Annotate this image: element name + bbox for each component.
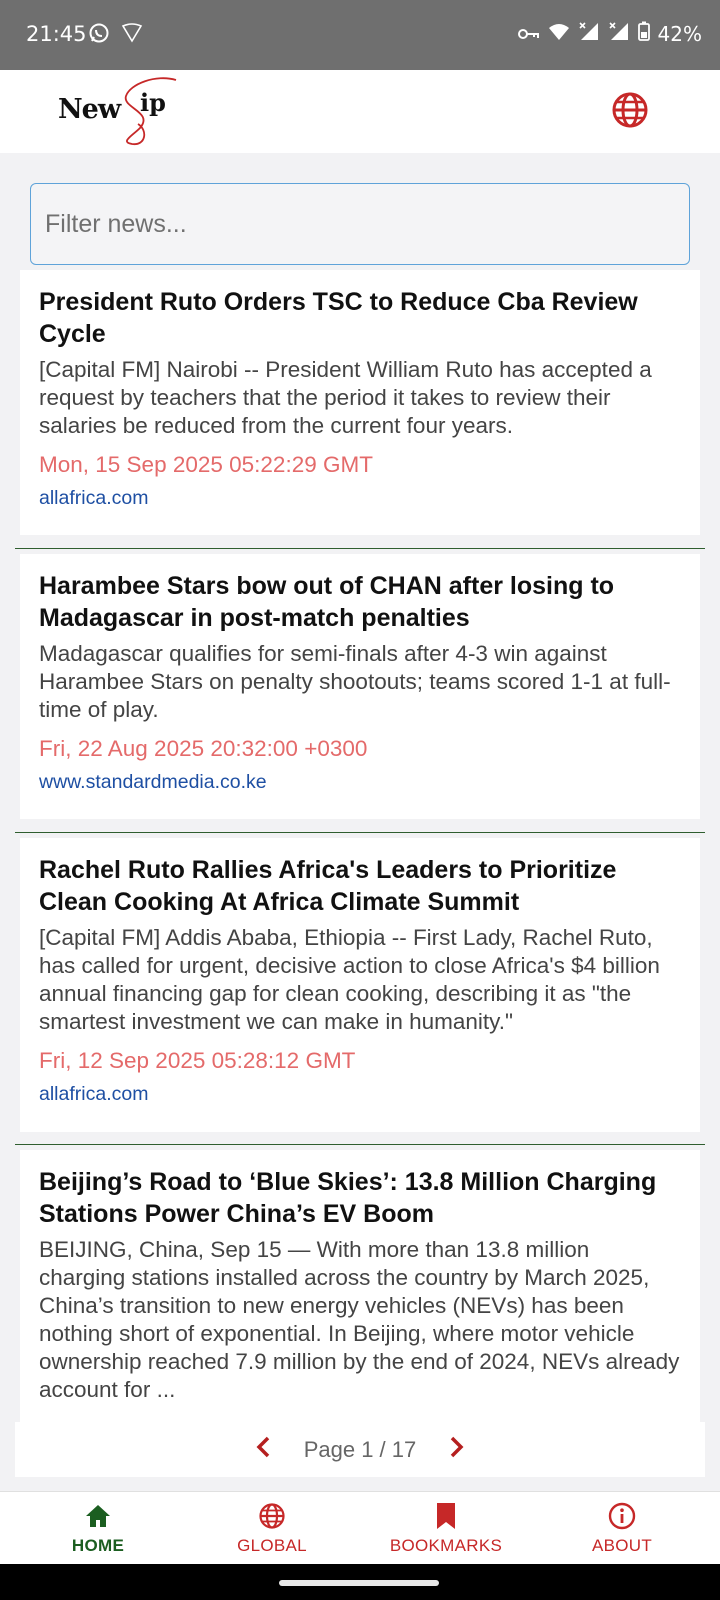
article-date: Mon, 15 Sep 2025 05:22:29 GMT — [39, 452, 373, 477]
filter-news-input[interactable] — [30, 183, 690, 265]
nav-bookmarks[interactable]: BOOKMARKS — [356, 1492, 536, 1565]
vpn-key-icon — [517, 22, 540, 46]
status-bar: 21:45 42% — [0, 0, 720, 70]
globe-icon — [259, 1503, 285, 1529]
signal-x-icon — [578, 21, 600, 46]
home-icon — [86, 1505, 110, 1527]
nav-home-label: HOME — [71, 1536, 125, 1555]
svg-text:ip: ip — [140, 88, 166, 117]
info-icon — [608, 1502, 636, 1530]
news-card[interactable]: Beijing’s Road to ‘Blue Skies’: 13.8 Mil… — [20, 1150, 700, 1422]
next-page-button[interactable] — [446, 1435, 466, 1465]
signal-x-icon — [608, 21, 630, 46]
card-divider — [15, 1144, 705, 1145]
chevron-left-icon — [256, 1436, 269, 1457]
article-date: Fri, 12 Sep 2025 05:28:12 GMT — [39, 1048, 356, 1073]
nav-bookmarks-label: BOOKMARKS — [389, 1536, 503, 1555]
article-description: [Capital FM] Nairobi -- President Willia… — [39, 357, 652, 438]
article-description: Madagascar qualifies for semi-finals aft… — [39, 641, 671, 722]
signal-outline-icon — [120, 22, 144, 48]
status-left-icons — [88, 22, 144, 48]
pagination: Page 1 / 17 — [15, 1422, 705, 1477]
chevron-right-icon — [451, 1436, 464, 1457]
filter-container — [30, 183, 690, 265]
app-logo[interactable]: New ip — [58, 76, 188, 146]
home-gesture-handle[interactable] — [279, 1580, 439, 1586]
nav-about[interactable]: ABOUT — [532, 1492, 712, 1565]
nav-home[interactable]: HOME — [8, 1492, 188, 1565]
page-indicator: Page 1 / 17 — [303, 1436, 417, 1462]
wifi-icon — [548, 22, 570, 46]
status-right-icons: 42% — [517, 21, 702, 46]
article-source[interactable]: allafrica.com — [39, 1080, 680, 1108]
card-divider — [15, 832, 705, 833]
whatsapp-icon — [88, 22, 110, 48]
globe-icon — [612, 92, 648, 128]
news-card[interactable]: Harambee Stars bow out of CHAN after los… — [20, 554, 700, 819]
battery-percent: 42% — [657, 21, 702, 46]
article-title[interactable]: President Ruto Orders TSC to Reduce Cba … — [39, 286, 680, 350]
bottom-navigation: HOME GLOBAL BOOKMARKS ABOUT — [0, 1491, 720, 1565]
status-time: 21:45 — [26, 22, 87, 46]
article-description: BEIJING, China, Sep 15 — With more than … — [39, 1237, 680, 1402]
news-card[interactable]: Rachel Ruto Rallies Africa's Leaders to … — [20, 838, 700, 1132]
article-title[interactable]: Beijing’s Road to ‘Blue Skies’: 13.8 Mil… — [39, 1166, 680, 1230]
logo-flourish-icon: ip — [124, 77, 177, 145]
globe-button[interactable] — [610, 90, 650, 130]
logo-text: New — [58, 94, 121, 125]
article-description: [Capital FM] Addis Ababa, Ethiopia -- Fi… — [39, 925, 660, 1034]
bookmark-icon — [437, 1503, 455, 1529]
prev-page-button[interactable] — [254, 1435, 274, 1465]
app-header: New ip — [0, 70, 720, 153]
battery-icon — [637, 21, 650, 46]
article-source[interactable]: www.standardmedia.co.ke — [39, 768, 680, 796]
news-card[interactable]: President Ruto Orders TSC to Reduce Cba … — [20, 270, 700, 535]
article-source[interactable]: allafrica.com — [39, 484, 680, 512]
article-date: Fri, 22 Aug 2025 20:32:00 +0300 — [39, 736, 368, 761]
article-title[interactable]: Harambee Stars bow out of CHAN after los… — [39, 570, 680, 634]
system-navigation-bar — [0, 1564, 720, 1600]
nav-global[interactable]: GLOBAL — [182, 1492, 362, 1565]
article-title[interactable]: Rachel Ruto Rallies Africa's Leaders to … — [39, 854, 680, 918]
card-divider — [15, 548, 705, 549]
nav-about-label: ABOUT — [591, 1536, 653, 1555]
nav-global-label: GLOBAL — [237, 1536, 307, 1555]
